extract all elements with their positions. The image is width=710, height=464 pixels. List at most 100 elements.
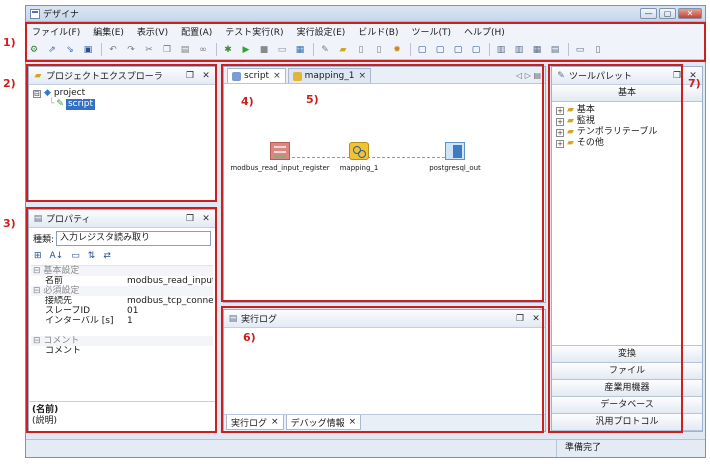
restore-panel-icon[interactable]: ❐ <box>670 71 684 81</box>
property-row[interactable]: 名前 modbus_read_input... <box>31 276 213 286</box>
palette-tree-item[interactable]: + ▰ テンポラリテーブル <box>556 127 698 138</box>
save-icon[interactable]: ▣ <box>82 44 94 56</box>
palette-category-0[interactable]: 変換 <box>552 346 702 363</box>
tree-item-project[interactable]: ⊟ ◆ project <box>33 88 211 99</box>
expand-icon[interactable]: + <box>556 139 564 148</box>
property-value[interactable]: 01 <box>125 306 213 316</box>
deploy-icon[interactable]: ▦ <box>294 44 306 56</box>
close-tab-icon[interactable]: × <box>271 417 279 427</box>
menu-item-6[interactable]: ビルド(B) <box>358 25 398 38</box>
close-panel-icon[interactable]: ✕ <box>199 214 213 224</box>
property-category[interactable]: ⊟ 基本設定 <box>33 266 79 276</box>
undo-icon[interactable]: ↶ <box>107 44 119 56</box>
palette-category-2[interactable]: 産業用機器 <box>552 380 702 397</box>
distribute-v-icon[interactable]: ▥ <box>513 44 525 56</box>
menu-item-1[interactable]: 編集(E) <box>93 25 124 38</box>
tree-item-script[interactable]: └ ✎ script <box>33 99 211 110</box>
debug-icon[interactable]: ✱ <box>222 44 234 56</box>
layout-v-icon[interactable]: ▯ <box>592 44 604 56</box>
menu-item-3[interactable]: 配置(A) <box>181 25 212 38</box>
close-panel-icon[interactable]: ✕ <box>199 71 213 81</box>
distribute-h-icon[interactable]: ▥ <box>495 44 507 56</box>
property-row[interactable]: 接続先 modbus_tcp_connec... <box>31 296 213 306</box>
maximize-button[interactable]: ▢ <box>659 8 676 19</box>
doc-icon[interactable]: ▯ <box>373 44 385 56</box>
grid-icon[interactable]: ▦ <box>531 44 543 56</box>
property-tool-3-icon[interactable]: ⇅ <box>88 251 96 261</box>
flow-node-modbus[interactable]: modbus_read_input_register <box>230 142 330 172</box>
menu-item-0[interactable]: ファイル(F) <box>32 25 80 38</box>
property-tool-4-icon[interactable]: ⇄ <box>103 251 111 261</box>
expand-icon[interactable]: + <box>556 128 564 137</box>
property-value[interactable]: 1 <box>125 316 213 326</box>
property-value[interactable]: modbus_read_input... <box>125 276 213 286</box>
flow-canvas[interactable]: modbus_read_input_register mapping_1 pos… <box>224 84 545 302</box>
property-row[interactable]: スレーブID 01 <box>31 306 213 316</box>
restore-panel-icon[interactable]: ❐ <box>183 214 197 224</box>
tools-icon[interactable]: ✎ <box>319 44 331 56</box>
close-button[interactable]: ✕ <box>678 8 702 19</box>
menu-item-7[interactable]: ツール(T) <box>412 25 452 38</box>
palette-category-1[interactable]: ファイル <box>552 363 702 380</box>
paste-icon[interactable]: ▤ <box>179 44 191 56</box>
export-icon[interactable]: ⇗ <box>46 44 58 56</box>
editor-nav-controls[interactable]: ◁ ▷ ▤ <box>516 71 541 80</box>
bug-icon[interactable]: ✹ <box>391 44 403 56</box>
property-row[interactable]: コメント <box>31 346 213 356</box>
editor-tab-0[interactable]: script × <box>227 68 286 83</box>
collapse-icon[interactable]: ⊟ <box>33 89 41 98</box>
menu-item-5[interactable]: 実行設定(E) <box>297 25 346 38</box>
palette-tree-item[interactable]: + ▰ その他 <box>556 138 698 149</box>
console-icon[interactable]: ▭ <box>276 44 288 56</box>
align-center-icon[interactable]: ▢ <box>434 44 446 56</box>
property-category[interactable]: ⊟ コメント <box>33 336 79 346</box>
run-icon[interactable]: ▶ <box>240 44 252 56</box>
property-category[interactable]: ⊟ 必須設定 <box>33 286 79 296</box>
align-right-icon[interactable]: ▢ <box>452 44 464 56</box>
align-left-icon[interactable]: ▢ <box>416 44 428 56</box>
close-tab-icon[interactable]: × <box>359 71 367 81</box>
layout-h-icon[interactable]: ▭ <box>574 44 586 56</box>
expand-icon[interactable]: + <box>556 106 564 115</box>
property-row[interactable]: インターバル [s] 1 <box>31 316 213 326</box>
property-value[interactable] <box>125 346 213 356</box>
palette-category-3[interactable]: データベース <box>552 397 702 414</box>
page-icon[interactable]: ▯ <box>355 44 367 56</box>
folder-icon: ▰ <box>567 116 574 126</box>
menu-item-4[interactable]: テスト実行(R) <box>225 25 283 38</box>
window-titlebar[interactable]: デザイナ — ▢ ✕ <box>26 6 705 22</box>
property-tool-1-icon[interactable]: A↓ <box>50 251 64 261</box>
minimize-button[interactable]: — <box>640 8 657 19</box>
property-value[interactable]: modbus_tcp_connec... <box>125 296 213 306</box>
zoom-icon[interactable]: ▤ <box>549 44 561 56</box>
menu-item-2[interactable]: 表示(V) <box>137 25 168 38</box>
cut-icon[interactable]: ✂ <box>143 44 155 56</box>
align-top-icon[interactable]: ▢ <box>470 44 482 56</box>
log-tab-0[interactable]: 実行ログ × <box>226 415 284 430</box>
redo-icon[interactable]: ↷ <box>125 44 137 56</box>
restore-panel-icon[interactable]: ❐ <box>513 314 527 324</box>
stop-icon[interactable]: ■ <box>258 44 270 56</box>
link-icon[interactable]: ∞ <box>197 44 209 56</box>
editor-tab-1[interactable]: mapping_1 × <box>287 68 372 83</box>
settings-icon[interactable]: ⚙ <box>28 44 40 56</box>
property-tool-0-icon[interactable]: ⊞ <box>34 251 42 261</box>
palette-category-basic[interactable]: 基本 <box>552 85 702 102</box>
expand-icon[interactable]: + <box>556 117 564 126</box>
close-panel-icon[interactable]: ✕ <box>529 314 543 324</box>
restore-panel-icon[interactable]: ❐ <box>183 71 197 81</box>
menu-item-8[interactable]: ヘルプ(H) <box>464 25 505 38</box>
palette-tree-item[interactable]: + ▰ 基本 <box>556 105 698 116</box>
close-tab-icon[interactable]: × <box>273 71 281 81</box>
flow-node-postgresql[interactable]: postgresql_out <box>420 142 490 172</box>
log-tab-1[interactable]: デバッグ情報 × <box>285 415 362 430</box>
palette-category-4[interactable]: 汎用プロトコル <box>552 414 702 431</box>
close-tab-icon[interactable]: × <box>349 417 357 427</box>
project-explorer-title: プロジェクトエクスプローラ <box>46 72 163 82</box>
import-icon[interactable]: ⇘ <box>64 44 76 56</box>
flow-node-mapping[interactable]: mapping_1 <box>334 142 384 172</box>
palette-tree-item[interactable]: + ▰ 監視 <box>556 116 698 127</box>
property-tool-2-icon[interactable]: ▭ <box>71 251 80 261</box>
copy-icon[interactable]: ❐ <box>161 44 173 56</box>
folder-icon[interactable]: ▰ <box>337 44 349 56</box>
